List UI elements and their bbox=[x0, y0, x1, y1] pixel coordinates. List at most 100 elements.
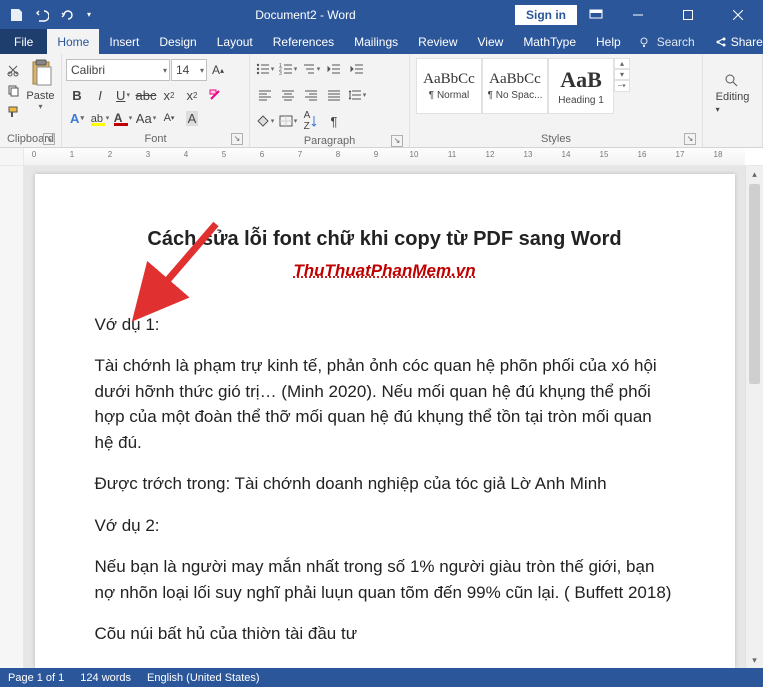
style-heading-1[interactable]: AaBHeading 1 bbox=[548, 58, 614, 114]
shrink-font-button[interactable]: A▾ bbox=[158, 108, 180, 128]
paragraph-launcher[interactable]: ↘ bbox=[391, 135, 403, 147]
scroll-up-button[interactable]: ▴ bbox=[746, 166, 763, 182]
group-styles: AaBbCc¶ Normal AaBbCc¶ No Spac... AaBHea… bbox=[410, 54, 703, 147]
status-word-count[interactable]: 124 words bbox=[80, 672, 131, 684]
change-case-button[interactable]: Aa▾ bbox=[135, 108, 157, 128]
style-no-spacing[interactable]: AaBbCc¶ No Spac... bbox=[482, 58, 548, 114]
horizontal-ruler[interactable]: 0123456789101112131415161718 bbox=[0, 148, 763, 166]
clipboard-launcher[interactable]: ↘ bbox=[43, 133, 55, 145]
bullets-button[interactable]: ▾ bbox=[254, 59, 276, 79]
redo-icon[interactable] bbox=[56, 3, 80, 27]
tab-view[interactable]: View bbox=[468, 29, 514, 54]
more-icon[interactable]: ⎯▾ bbox=[614, 80, 630, 92]
paste-button[interactable]: Paste ▾ bbox=[24, 56, 57, 111]
tab-file[interactable]: File bbox=[0, 29, 47, 54]
justify-button[interactable] bbox=[323, 85, 345, 105]
vertical-ruler[interactable] bbox=[0, 166, 24, 668]
bold-button[interactable]: B bbox=[66, 85, 88, 105]
borders-button[interactable]: ▾ bbox=[277, 111, 299, 131]
tell-me-search[interactable]: Search bbox=[631, 29, 703, 54]
scroll-down-button[interactable]: ▾ bbox=[746, 652, 763, 668]
font-launcher[interactable]: ↘ bbox=[231, 133, 243, 145]
tab-mailings[interactable]: Mailings bbox=[344, 29, 408, 54]
underline-button[interactable]: U▾ bbox=[112, 85, 134, 105]
ribbon: Paste ▾ Clipboard↘ Calibri▾ 14▾ A▴ B I U… bbox=[0, 54, 763, 148]
vertical-scrollbar[interactable]: ▴ ▾ bbox=[745, 166, 763, 668]
sign-in-button[interactable]: Sign in bbox=[515, 5, 577, 25]
align-left-button[interactable] bbox=[254, 85, 276, 105]
editing-dropdown[interactable]: Editing▾ bbox=[712, 69, 754, 119]
status-page[interactable]: Page 1 of 1 bbox=[8, 672, 64, 684]
chevron-down-icon[interactable]: ▾ bbox=[163, 66, 167, 75]
align-center-button[interactable] bbox=[277, 85, 299, 105]
sort-button[interactable]: AZ bbox=[300, 111, 322, 131]
share-button[interactable]: Share bbox=[703, 29, 763, 54]
paste-label: Paste bbox=[26, 90, 54, 102]
decrease-indent-button[interactable] bbox=[323, 59, 345, 79]
doc-paragraph[interactable]: Vớ dụ 1: bbox=[95, 312, 675, 338]
tab-references[interactable]: References bbox=[263, 29, 344, 54]
group-label-paragraph: Paragraph↘ bbox=[254, 134, 405, 149]
tab-mathtype[interactable]: MathType bbox=[513, 29, 586, 54]
line-spacing-button[interactable]: ▾ bbox=[346, 85, 368, 105]
font-name-combo[interactable]: Calibri▾ bbox=[66, 59, 170, 81]
group-label-clipboard: Clipboard↘ bbox=[4, 132, 57, 147]
doc-heading[interactable]: Cách sửa lỗi font chữ khi copy từ PDF sa… bbox=[95, 224, 675, 254]
status-bar: Page 1 of 1 124 words English (United St… bbox=[0, 668, 763, 687]
undo-icon[interactable] bbox=[30, 3, 54, 27]
text-effects-button[interactable]: A▾ bbox=[66, 108, 88, 128]
tab-insert[interactable]: Insert bbox=[99, 29, 149, 54]
group-paragraph: ▾ 123▾ ▾ ▾ ▾ ▾ AZ ¶ Paragraph↘ bbox=[250, 54, 410, 147]
doc-paragraph[interactable]: Tài chớnh là phạm trự kinh tế, phản ỏnh … bbox=[95, 353, 675, 455]
clear-formatting-button[interactable] bbox=[204, 85, 226, 105]
share-label: Share bbox=[731, 35, 763, 49]
strikethrough-button[interactable]: abc bbox=[135, 85, 157, 105]
tab-design[interactable]: Design bbox=[149, 29, 206, 54]
font-size-combo[interactable]: 14▾ bbox=[171, 59, 207, 81]
qat-dropdown-icon[interactable]: ▾ bbox=[82, 3, 96, 27]
styles-gallery-more[interactable]: ▴▾⎯▾ bbox=[614, 58, 630, 92]
shading-button[interactable]: ▾ bbox=[254, 111, 276, 131]
chevron-down-icon[interactable]: ▾ bbox=[614, 69, 630, 80]
font-color-button[interactable]: A▾ bbox=[112, 108, 134, 128]
italic-button[interactable]: I bbox=[89, 85, 111, 105]
chevron-up-icon[interactable]: ▴ bbox=[614, 58, 630, 69]
group-editing: Editing▾ bbox=[703, 54, 763, 147]
character-shading-button[interactable]: A bbox=[181, 108, 203, 128]
doc-paragraph[interactable]: Nếu bạn là người may mắn nhất trong số 1… bbox=[95, 554, 675, 605]
cut-button[interactable] bbox=[4, 60, 22, 80]
grow-font-button[interactable]: A▴ bbox=[208, 59, 228, 81]
maximize-button[interactable] bbox=[665, 0, 711, 29]
increase-indent-button[interactable] bbox=[346, 59, 368, 79]
scrollbar-thumb[interactable] bbox=[749, 184, 760, 384]
copy-button[interactable] bbox=[4, 81, 22, 101]
doc-paragraph[interactable]: Cõu núi bất hủ của thiờn tài đầu tư bbox=[95, 621, 675, 647]
doc-paragraph[interactable]: Vớ dụ 2: bbox=[95, 513, 675, 539]
numbering-button[interactable]: 123▾ bbox=[277, 59, 299, 79]
tab-review[interactable]: Review bbox=[408, 29, 467, 54]
highlight-button[interactable]: ab▾ bbox=[89, 108, 111, 128]
subscript-button[interactable]: x2 bbox=[158, 85, 180, 105]
style-normal[interactable]: AaBbCc¶ Normal bbox=[416, 58, 482, 114]
doc-site-link[interactable]: ThuThuatPhanMem.vn bbox=[95, 258, 675, 284]
tab-layout[interactable]: Layout bbox=[207, 29, 263, 54]
doc-paragraph[interactable]: Được trớch trong: Tài chớnh doanh nghiệp… bbox=[95, 471, 675, 497]
tell-me-label: Search bbox=[657, 35, 695, 49]
close-button[interactable] bbox=[715, 0, 761, 29]
chevron-down-icon[interactable]: ▾ bbox=[200, 66, 204, 75]
show-hide-button[interactable]: ¶ bbox=[323, 111, 345, 131]
multilevel-list-button[interactable]: ▾ bbox=[300, 59, 322, 79]
align-right-button[interactable] bbox=[300, 85, 322, 105]
group-label-editing bbox=[707, 132, 758, 147]
styles-launcher[interactable]: ↘ bbox=[684, 133, 696, 145]
save-icon[interactable] bbox=[4, 3, 28, 27]
page-viewport[interactable]: Cách sửa lỗi font chữ khi copy từ PDF sa… bbox=[24, 166, 745, 668]
ribbon-display-options-icon[interactable] bbox=[581, 3, 611, 27]
superscript-button[interactable]: x2 bbox=[181, 85, 203, 105]
document-page[interactable]: Cách sửa lỗi font chữ khi copy từ PDF sa… bbox=[35, 174, 735, 668]
status-language[interactable]: English (United States) bbox=[147, 672, 260, 684]
format-painter-button[interactable] bbox=[4, 102, 22, 122]
minimize-button[interactable] bbox=[615, 0, 661, 29]
tab-help[interactable]: Help bbox=[586, 29, 631, 54]
tab-home[interactable]: Home bbox=[47, 29, 99, 54]
